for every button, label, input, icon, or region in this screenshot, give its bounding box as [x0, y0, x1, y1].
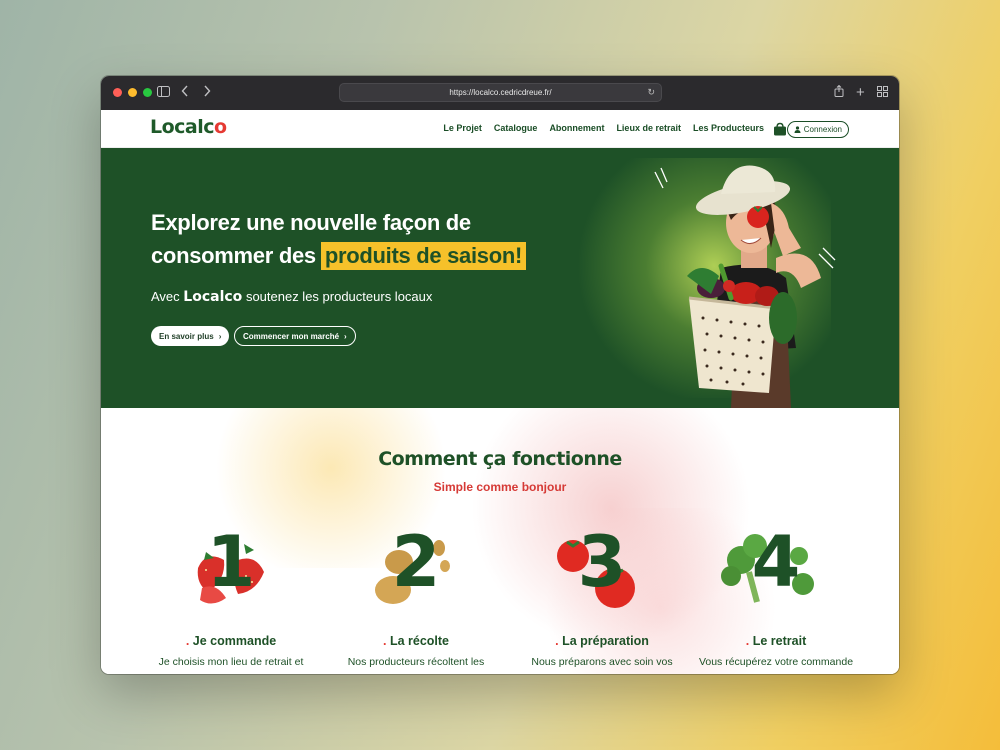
step-number-4: 4 [751, 521, 801, 603]
step-title-text: Le retrait [752, 634, 807, 648]
step-number-1: 1 [206, 521, 256, 603]
browser-toolbar: https://localco.cedricdreue.fr/ ↻ + [101, 76, 899, 110]
how-it-works-title: Comment ça fonctionne [378, 448, 622, 470]
logo-text: Localc [150, 116, 215, 138]
localco-logo[interactable]: Localco [150, 116, 227, 138]
step-number-2: 2 [391, 521, 441, 603]
step-desc-2: Nos producteurs récoltent les [347, 656, 485, 668]
new-tab-icon[interactable]: + [856, 84, 865, 102]
hero-title-highlight: produits de saison! [320, 242, 527, 270]
learn-more-button[interactable]: En savoir plus › [151, 326, 230, 346]
hero-section: Explorez une nouvelle façon de consommer… [101, 148, 899, 408]
user-icon [794, 126, 801, 133]
close-window-button[interactable] [113, 88, 122, 97]
hero-title-prefix: consommer des [151, 243, 316, 268]
chevron-right-icon: › [344, 331, 347, 341]
step-title-text: La récolte [389, 634, 450, 648]
hero-title-line2: consommer des produits de saison! [151, 242, 527, 270]
start-market-label: Commencer mon marché [243, 331, 340, 341]
hero-sub-brand: Localco [183, 289, 243, 305]
reload-icon[interactable]: ↻ [647, 84, 655, 101]
step-desc-4: Vous récupérez votre commande [698, 656, 854, 668]
site-header: Localco Le Projet Catalogue Abonnement L… [101, 110, 899, 148]
login-button[interactable]: Connexion [786, 121, 849, 138]
tab-overview-icon[interactable] [877, 84, 888, 102]
step-number-3: 3 [577, 521, 627, 603]
step-card-1: 1 . Je commande Je choisis mon lieu de r… [146, 520, 316, 668]
step-4-illustration: 4 [691, 520, 861, 610]
hero-subtitle: Avec Localco soutenez les producteurs lo… [151, 289, 432, 305]
step-card-3: 3 . La préparation Nous préparons avec s… [517, 520, 687, 668]
step-2-illustration: 2 [331, 520, 501, 610]
chevron-right-icon: › [218, 331, 222, 341]
url-text: https://localco.cedricdreue.fr/ [449, 88, 552, 97]
nav-link-projet[interactable]: Le Projet [443, 123, 482, 133]
minimize-window-button[interactable] [128, 88, 137, 97]
step-title-text: Je commande [192, 634, 277, 648]
step-card-2: 2 . La récolte Nos producteurs récoltent… [331, 520, 501, 668]
step-desc-3: Nous préparons avec soin vos [531, 656, 673, 668]
step-desc-1: Je choisis mon lieu de retrait et [158, 656, 304, 668]
step-title-3: . La préparation [555, 634, 649, 648]
maximize-window-button[interactable] [143, 88, 152, 97]
hero-title-line1: Explorez une nouvelle façon de [151, 210, 471, 235]
how-it-works-subtitle: Simple comme bonjour [433, 480, 567, 494]
step-title-1: . Je commande [185, 634, 277, 648]
logo-o: o [214, 116, 227, 138]
step-title-text: La préparation [562, 634, 649, 648]
address-bar[interactable]: https://localco.cedricdreue.fr/ ↻ [339, 83, 662, 102]
main-nav: Le Projet Catalogue Abonnement Lieux de … [443, 123, 764, 133]
share-icon[interactable] [834, 84, 844, 102]
forward-icon[interactable] [203, 84, 211, 102]
step-1-illustration: 1 [146, 520, 316, 610]
farmer-with-basket-image [654, 165, 836, 408]
nav-link-producteurs[interactable]: Les Producteurs [693, 123, 764, 133]
hero-sub-suffix: soutenez les producteurs locaux [245, 289, 433, 304]
browser-window: https://localco.cedricdreue.fr/ ↻ + Loca… [101, 76, 899, 674]
start-market-button[interactable]: Commencer mon marché › [234, 326, 356, 346]
step-card-4: 4 . Le retrait Vous récupérez votre comm… [691, 520, 861, 668]
sidebar-icon[interactable] [157, 84, 170, 102]
step-3-illustration: 3 [517, 520, 687, 610]
login-label: Connexion [803, 125, 842, 134]
nav-link-lieux[interactable]: Lieux de retrait [616, 123, 681, 133]
back-icon[interactable] [181, 84, 189, 102]
basket-icon[interactable] [773, 122, 787, 136]
website: Localco Le Projet Catalogue Abonnement L… [101, 110, 899, 674]
nav-link-catalogue[interactable]: Catalogue [494, 123, 538, 133]
nav-link-abonnement[interactable]: Abonnement [549, 123, 604, 133]
learn-more-label: En savoir plus [159, 331, 214, 341]
step-title-2: . La récolte [382, 634, 450, 648]
step-title-4: . Le retrait [745, 634, 807, 648]
hero-sub-prefix: Avec [151, 289, 180, 304]
how-it-works-section: Comment ça fonctionne Simple comme bonjo… [101, 408, 899, 674]
window-controls [113, 88, 152, 97]
